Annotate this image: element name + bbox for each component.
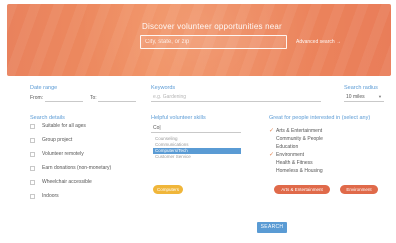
skills-input[interactable] xyxy=(151,123,241,133)
checkbox-icon xyxy=(30,137,35,143)
selected-cause-tag[interactable]: Environment xyxy=(340,185,378,194)
hero-banner: Discover volunteer opportunities near Ad… xyxy=(7,4,391,76)
cause-homeless-housing[interactable]: Homeless & Housing xyxy=(269,167,323,174)
keywords-input[interactable] xyxy=(151,92,321,102)
search-details-label: Search details xyxy=(30,115,65,121)
option-group-project[interactable]: Group project xyxy=(30,136,72,144)
checkbox-icon xyxy=(30,193,35,199)
location-search-input[interactable] xyxy=(140,35,287,49)
date-range-label: Date range xyxy=(30,85,58,91)
keywords-label: Keywords xyxy=(151,85,176,91)
search-radius-value: 10 miles xyxy=(346,93,365,100)
cause-arts-entertainment[interactable]: ✓ Arts & Entertainment xyxy=(269,127,322,134)
search-radius-select[interactable]: 10 miles ▼ xyxy=(344,92,384,102)
checkmark-icon: ✓ xyxy=(269,151,275,158)
checkbox-icon xyxy=(30,179,35,185)
option-wheelchair-accessible[interactable]: Wheelchair accessible xyxy=(30,178,92,186)
checkbox-icon xyxy=(30,165,35,171)
option-indoors[interactable]: Indoors xyxy=(30,192,59,200)
checkmark-icon: ✓ xyxy=(269,127,275,134)
cause-community-people[interactable]: Community & People xyxy=(269,135,323,142)
option-all-ages[interactable]: Suitable for all ages xyxy=(30,122,86,130)
helpful-skills-label: Helpful volunteer skills xyxy=(151,115,206,121)
cause-health-fitness[interactable]: Health & Fitness xyxy=(269,159,313,166)
volunteer-search-page: Discover volunteer opportunities near Ad… xyxy=(0,0,396,243)
to-label: To: xyxy=(90,95,97,101)
checkbox-icon xyxy=(30,123,35,129)
skill-suggestion[interactable]: Customer Service xyxy=(153,154,243,160)
from-label: From: xyxy=(30,95,44,101)
chevron-down-icon: ▼ xyxy=(378,94,382,99)
cause-environment[interactable]: ✓ Environment xyxy=(269,151,304,158)
to-date-input[interactable] xyxy=(98,92,136,102)
search-button[interactable]: SEARCH xyxy=(257,222,287,233)
checkbox-icon xyxy=(30,151,35,157)
from-date-input[interactable] xyxy=(45,92,83,102)
cause-education[interactable]: Education xyxy=(269,143,298,150)
option-earn-donations[interactable]: Earn donations (non-monetary) xyxy=(30,164,111,172)
option-volunteer-remotely[interactable]: Volunteer remotely xyxy=(30,150,84,158)
hero-title: Discover volunteer opportunities near xyxy=(142,22,282,31)
causes-label: Great for people interested in (select a… xyxy=(269,115,371,121)
selected-skill-tag[interactable]: Computers xyxy=(153,185,183,194)
search-radius-label: Search radius xyxy=(344,85,378,91)
advanced-search-link[interactable]: Advanced search → xyxy=(296,39,341,45)
selected-cause-tag[interactable]: Arts & Entertainment xyxy=(274,185,330,194)
skills-suggestion-list: Counseling Communications Computers/Tech… xyxy=(153,136,243,160)
